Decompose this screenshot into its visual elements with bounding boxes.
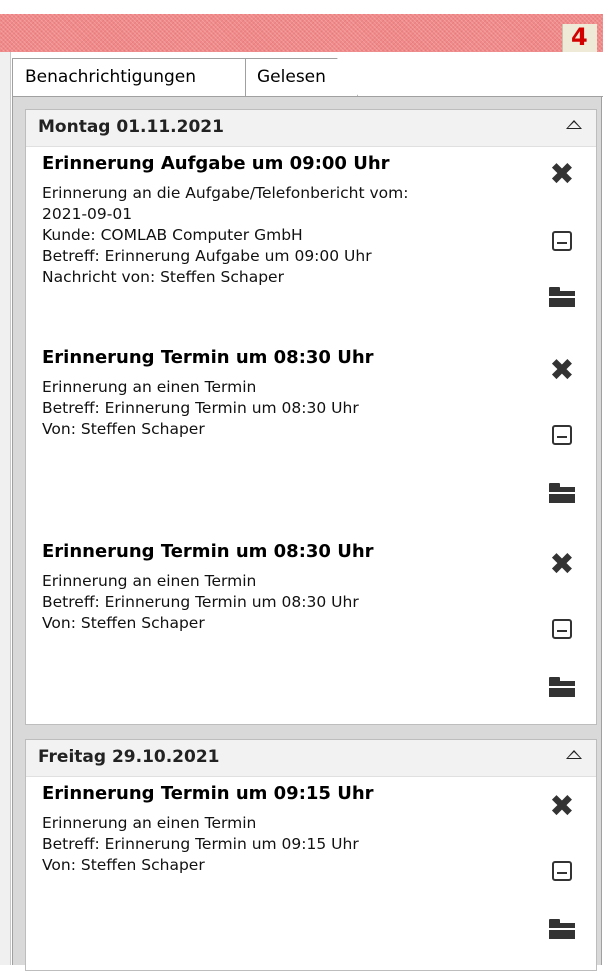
open-button[interactable] — [548, 479, 576, 507]
mark-read-icon — [552, 619, 572, 639]
notification-line: Erinnerung an die Aufgabe/Telefonbericht… — [42, 184, 409, 202]
close-icon: ✖ — [549, 547, 575, 582]
close-icon: ✖ — [549, 353, 575, 388]
close-icon: ✖ — [549, 789, 575, 824]
notification-title: Erinnerung Termin um 09:15 Uhr — [42, 783, 374, 804]
notification-line: Betreff: Erinnerung Termin um 08:30 Uhr — [42, 593, 359, 611]
notification-line: Nachricht von: Steffen Schaper — [42, 268, 284, 286]
open-button[interactable] — [548, 283, 576, 311]
notification-bell-icon[interactable]: 4 — [562, 23, 597, 52]
notification-title: Erinnerung Termin um 08:30 Uhr — [42, 347, 374, 368]
notification-body: Erinnerung an einen Termin Betreff: Erin… — [42, 377, 522, 440]
mark-read-button[interactable] — [548, 421, 576, 449]
date-group-header[interactable]: Montag 01.11.2021 — [26, 110, 596, 147]
chevron-up-icon[interactable] — [566, 750, 582, 759]
notification-line: Betreff: Erinnerung Termin um 09:15 Uhr — [42, 835, 359, 853]
notification-item: Erinnerung Termin um 08:30 Uhr Erinnerun… — [26, 535, 596, 729]
topbar-edge — [0, 0, 603, 14]
notification-panel: Montag 01.11.2021 Erinnerung Aufgabe um … — [12, 97, 602, 971]
notification-title: Erinnerung Termin um 08:30 Uhr — [42, 541, 374, 562]
tab-bar: Benachrichtigungen Gelesen — [12, 56, 603, 97]
folder-icon — [549, 483, 575, 503]
notification-count: 4 — [571, 23, 588, 51]
notification-line: Kunde: COMLAB Computer GmbH — [42, 226, 303, 244]
folder-icon — [549, 287, 575, 307]
notification-item: Erinnerung Aufgabe um 09:00 Uhr Erinneru… — [26, 147, 596, 341]
notification-body: Erinnerung an einen Termin Betreff: Erin… — [42, 813, 522, 876]
notification-line: Erinnerung an einen Termin — [42, 814, 257, 832]
tab-benachrichtigungen[interactable]: Benachrichtigungen — [12, 58, 246, 96]
notification-line: Von: Steffen Schaper — [42, 856, 205, 874]
mark-read-button[interactable] — [548, 227, 576, 255]
date-group-title: Freitag 29.10.2021 — [38, 747, 220, 767]
open-button[interactable] — [548, 673, 576, 701]
mark-read-button[interactable] — [548, 857, 576, 885]
mark-read-icon — [552, 861, 572, 881]
notification-item: Erinnerung Termin um 08:30 Uhr Erinnerun… — [26, 341, 596, 535]
notification-line: 2021-09-01 — [42, 205, 133, 223]
notification-line: Betreff: Erinnerung Termin um 08:30 Uhr — [42, 399, 359, 417]
date-group-header[interactable]: Freitag 29.10.2021 — [26, 740, 596, 777]
chevron-up-icon[interactable] — [566, 120, 582, 129]
folder-icon — [549, 919, 575, 939]
notification-item: Erinnerung Termin um 09:15 Uhr Erinnerun… — [26, 777, 596, 971]
close-icon: ✖ — [549, 157, 575, 192]
tab-gelesen[interactable]: Gelesen — [242, 58, 358, 96]
mark-read-button[interactable] — [548, 615, 576, 643]
dismiss-button[interactable]: ✖ — [548, 353, 576, 388]
notification-line: Von: Steffen Schaper — [42, 420, 205, 438]
open-button[interactable] — [548, 915, 576, 943]
mark-read-icon — [552, 425, 572, 445]
folder-icon — [549, 677, 575, 697]
window-left-edge — [0, 52, 11, 965]
dismiss-button[interactable]: ✖ — [548, 157, 576, 192]
notification-line: Erinnerung an einen Termin — [42, 378, 257, 396]
notification-body: Erinnerung an die Aufgabe/Telefonbericht… — [42, 183, 522, 288]
mark-read-icon — [552, 231, 572, 251]
notification-line: Von: Steffen Schaper — [42, 614, 205, 632]
notification-line: Erinnerung an einen Termin — [42, 572, 257, 590]
notification-title: Erinnerung Aufgabe um 09:00 Uhr — [42, 153, 390, 174]
date-group-title: Montag 01.11.2021 — [38, 117, 224, 137]
notification-line: Betreff: Erinnerung Aufgabe um 09:00 Uhr — [42, 247, 372, 265]
dismiss-button[interactable]: ✖ — [548, 547, 576, 582]
notification-body: Erinnerung an einen Termin Betreff: Erin… — [42, 571, 522, 634]
dismiss-button[interactable]: ✖ — [548, 789, 576, 824]
date-group-freitag: Freitag 29.10.2021 Erinnerung Termin um … — [25, 739, 597, 971]
date-group-montag: Montag 01.11.2021 Erinnerung Aufgabe um … — [25, 109, 597, 725]
